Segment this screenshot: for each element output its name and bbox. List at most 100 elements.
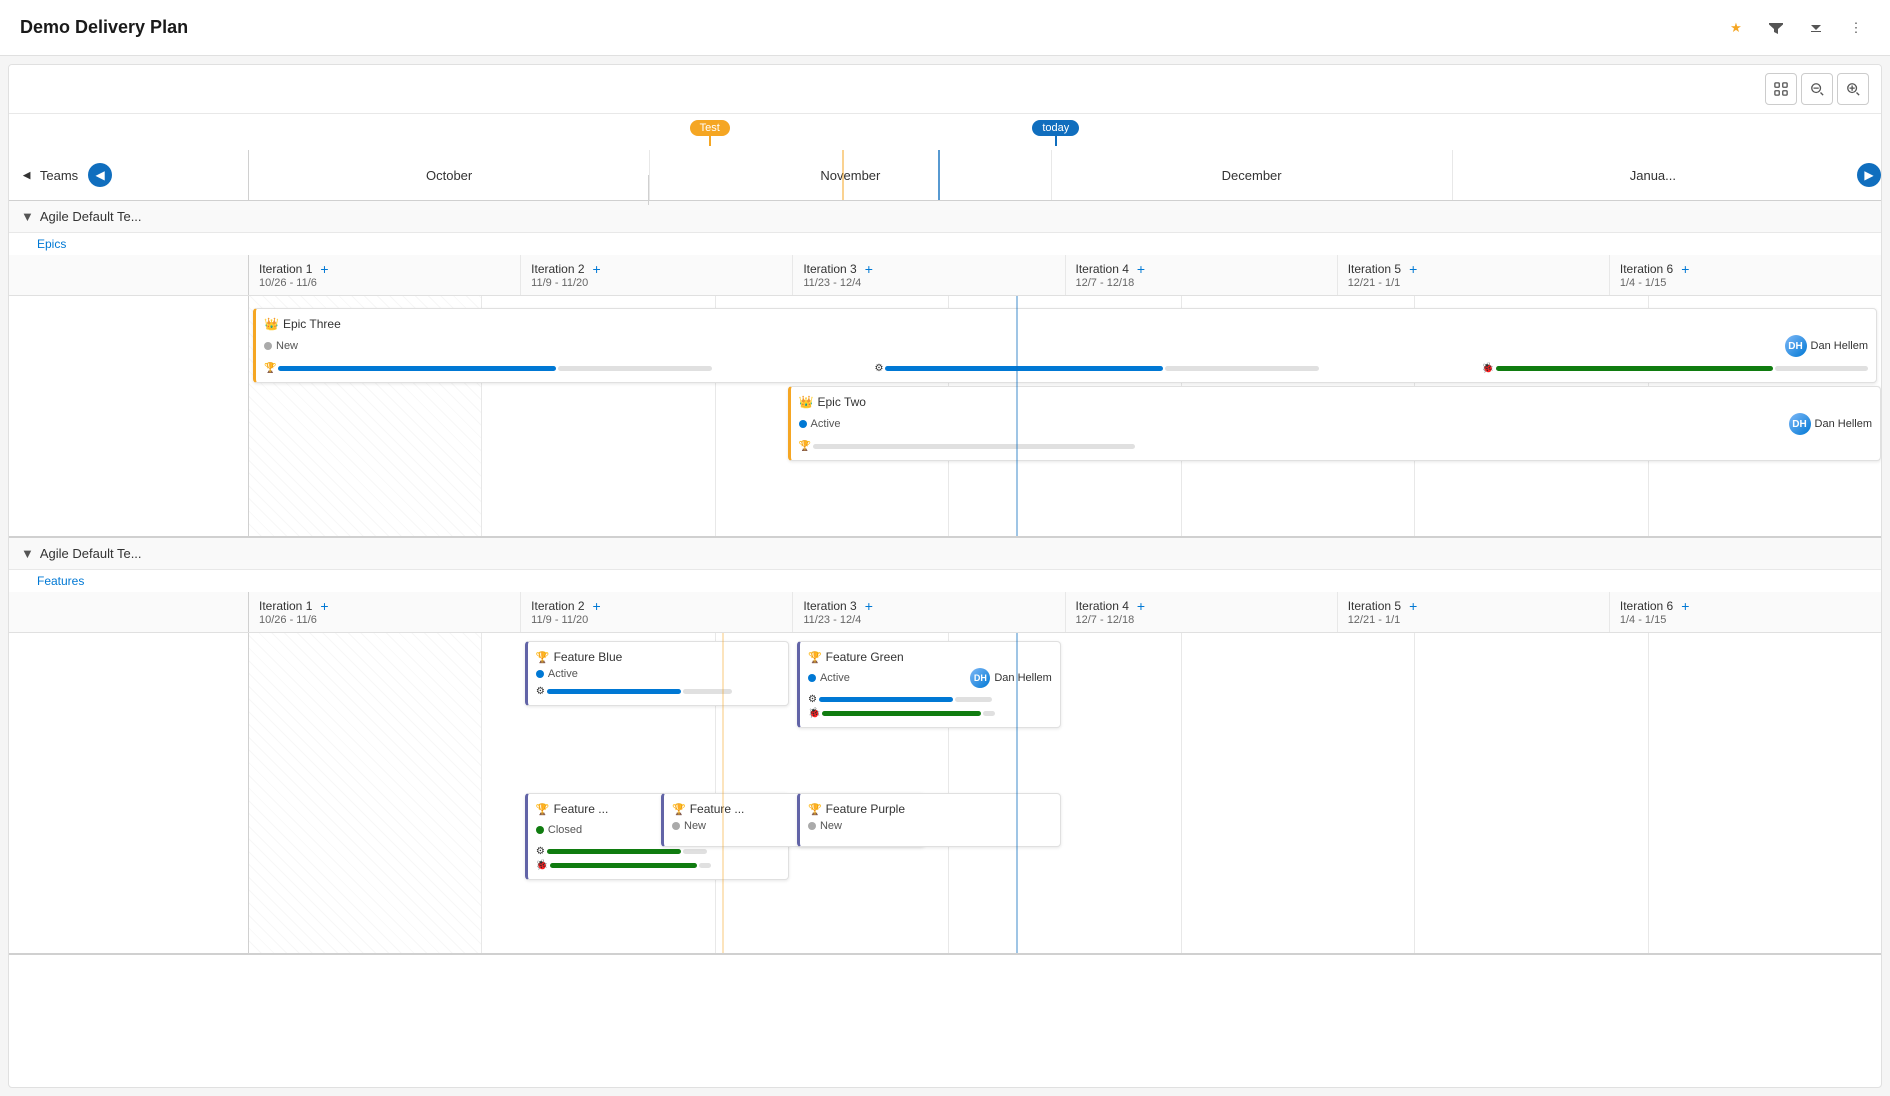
iter-plus-1-1[interactable]: +: [320, 261, 328, 277]
feat-closed-rem1: [683, 849, 707, 854]
feat-grid-col5: [1415, 633, 1648, 953]
feat-closed-bar1: ⚙: [536, 846, 780, 857]
iter-plus-1-4[interactable]: +: [1137, 261, 1145, 277]
feat-closed-title: Feature ...: [554, 802, 609, 816]
team-expand-2[interactable]: ▼: [21, 546, 34, 561]
feature-purple-card[interactable]: 🏆 Feature Purple New: [797, 793, 1061, 847]
epic-two-card[interactable]: 👑 Epic Two Active DH Dan Hellem: [788, 386, 1881, 461]
iter-plus-2-3[interactable]: +: [865, 598, 873, 614]
feat-grid-col4: [1182, 633, 1415, 953]
bar-trophy2-icon: 🏆: [799, 441, 811, 452]
timeline-area[interactable]: Test today ▼ Teams ◀ October: [9, 114, 1881, 1087]
features-content: 🏆 Feature Blue Active ⚙: [9, 633, 1881, 953]
filter-icon[interactable]: [1762, 14, 1790, 42]
bar-blue-1: [278, 366, 556, 371]
feature-green-card[interactable]: 🏆 Feature Green Active DH Dan Hellem ⚙: [797, 641, 1061, 728]
bar-trophy-icon: 🏆: [264, 363, 276, 374]
iter-1-4: Iteration 4 + 12/7 - 12/18: [1066, 255, 1338, 295]
feat-green-status: Active: [820, 672, 850, 684]
epic-three-card[interactable]: 👑 Epic Three New DH Dan Hellem: [253, 308, 1877, 383]
iter-plus-1-5[interactable]: +: [1409, 261, 1417, 277]
epic-three-title: Epic Three: [283, 317, 341, 331]
more-icon[interactable]: ⋮: [1842, 14, 1870, 42]
bar-gray-3: [1775, 366, 1868, 371]
iter-plus-2-6[interactable]: +: [1681, 598, 1689, 614]
iter-2-4: Iteration 4 + 12/7 - 12/18: [1066, 592, 1338, 632]
features-left-col: [9, 633, 249, 953]
epic-two-assignee: Dan Hellem: [1815, 418, 1872, 430]
feat-green-prog2: [822, 711, 981, 716]
team-name-2: Agile Default Te...: [40, 546, 142, 561]
feat-new-mid-title: Feature ...: [690, 802, 745, 816]
feat-green-bug-icon: 🐞: [808, 708, 820, 719]
team-row-2: ▼ Agile Default Te...: [9, 538, 1881, 570]
team-section-2: ▼ Agile Default Te... Features Iteration…: [9, 538, 1881, 955]
fit-button[interactable]: [1765, 73, 1797, 105]
feat-blue-status: Active: [548, 668, 578, 680]
team-name-1: Agile Default Te...: [40, 209, 142, 224]
feat-closed-bar2: 🐞: [536, 860, 780, 871]
nav-prev-button[interactable]: ◀: [88, 163, 112, 187]
feat-closed-prog2: [550, 863, 696, 868]
feat-green-prog1: [819, 697, 953, 702]
feat-purple-dot: [808, 822, 816, 830]
zoom-out-button[interactable]: [1801, 73, 1833, 105]
epic-two-bars: 🏆: [799, 441, 1872, 452]
epic-three-status-row: New DH Dan Hellem: [264, 335, 1868, 357]
iter-plus-1-6[interactable]: +: [1681, 261, 1689, 277]
epic-two-status-dot: [799, 420, 807, 428]
zoom-in-button[interactable]: [1837, 73, 1869, 105]
teams-column-header: ▼ Teams ◀: [9, 150, 249, 200]
epic-three-status: New: [276, 340, 298, 352]
iter-plus-2-2[interactable]: +: [593, 598, 601, 614]
star-icon[interactable]: ★: [1722, 14, 1750, 42]
team-sub-epics[interactable]: Epics: [9, 233, 1881, 255]
team-expand-1[interactable]: ▼: [21, 209, 34, 224]
iter-2-1: Iteration 1 + 10/26 - 11/6: [249, 592, 521, 632]
toolbar: [9, 65, 1881, 114]
iter-plus-2-4[interactable]: +: [1137, 598, 1145, 614]
feat-blue-title-row: 🏆 Feature Blue: [536, 650, 780, 664]
iter-plus-1-2[interactable]: +: [593, 261, 601, 277]
month-markers: October November December Janua...: [249, 150, 1853, 200]
epic-three-assignee-row: DH Dan Hellem: [1785, 335, 1868, 357]
iter-2-5: Iteration 5 + 12/21 - 1/1: [1338, 592, 1610, 632]
bar-blue-2: [885, 366, 1163, 371]
feature-blue-card[interactable]: 🏆 Feature Blue Active ⚙: [525, 641, 789, 706]
team-sub-features[interactable]: Features: [9, 570, 1881, 592]
feat-purple-title: Feature Purple: [826, 802, 905, 816]
team-row-1: ▼ Agile Default Te...: [9, 201, 1881, 233]
iter-headers-2: Iteration 1 + 10/26 - 11/6 Iteration 2 +…: [249, 592, 1881, 632]
team-section-1: ▼ Agile Default Te... Epics Iteration 1 …: [9, 201, 1881, 538]
bar-gray-e2: [813, 444, 1135, 449]
iter-header-row-1: Iteration 1 + 10/26 - 11/6 Iteration 2 +…: [9, 255, 1881, 296]
epic-three-title-row: 👑 Epic Three: [264, 317, 1868, 331]
features-test-line: [722, 633, 724, 953]
month-october: October: [249, 150, 650, 200]
feat-closed-rem2: [699, 863, 711, 868]
epic-three-status-dot: [264, 342, 272, 350]
iter-plus-2-1[interactable]: +: [320, 598, 328, 614]
epics-content: 👑 Epic Three New DH Dan Hellem: [9, 296, 1881, 536]
feat-blue-status-row: Active: [536, 668, 780, 680]
feat-blue-crown: 🏆: [536, 651, 550, 664]
epic-two-title-row: 👑 Epic Two: [799, 395, 1872, 409]
today-line: [1055, 136, 1057, 146]
main-content: Test today ▼ Teams ◀ October: [8, 64, 1882, 1088]
test-badge: Test: [690, 120, 730, 136]
feat-blue-remainder: [683, 689, 732, 694]
teams-label: Teams: [40, 168, 78, 183]
feat-grid-col6: [1649, 633, 1881, 953]
content-rows: ▼ Agile Default Te... Epics Iteration 1 …: [9, 201, 1881, 955]
month-january: Janua...: [1453, 150, 1853, 200]
iter-plus-1-3[interactable]: +: [865, 261, 873, 277]
feat-green-crown: 🏆: [808, 651, 822, 664]
timeline-header: ▼ Teams ◀ October November December: [9, 150, 1881, 201]
today-vertical-month: [938, 150, 940, 200]
feat-purple-status: New: [820, 820, 842, 832]
teams-chevron[interactable]: ▼: [20, 169, 35, 182]
iter-plus-2-5[interactable]: +: [1409, 598, 1417, 614]
nav-next-button[interactable]: ▶: [1857, 163, 1881, 187]
collapse-icon[interactable]: [1802, 14, 1830, 42]
feat-closed-gear-icon: ⚙: [536, 846, 545, 857]
